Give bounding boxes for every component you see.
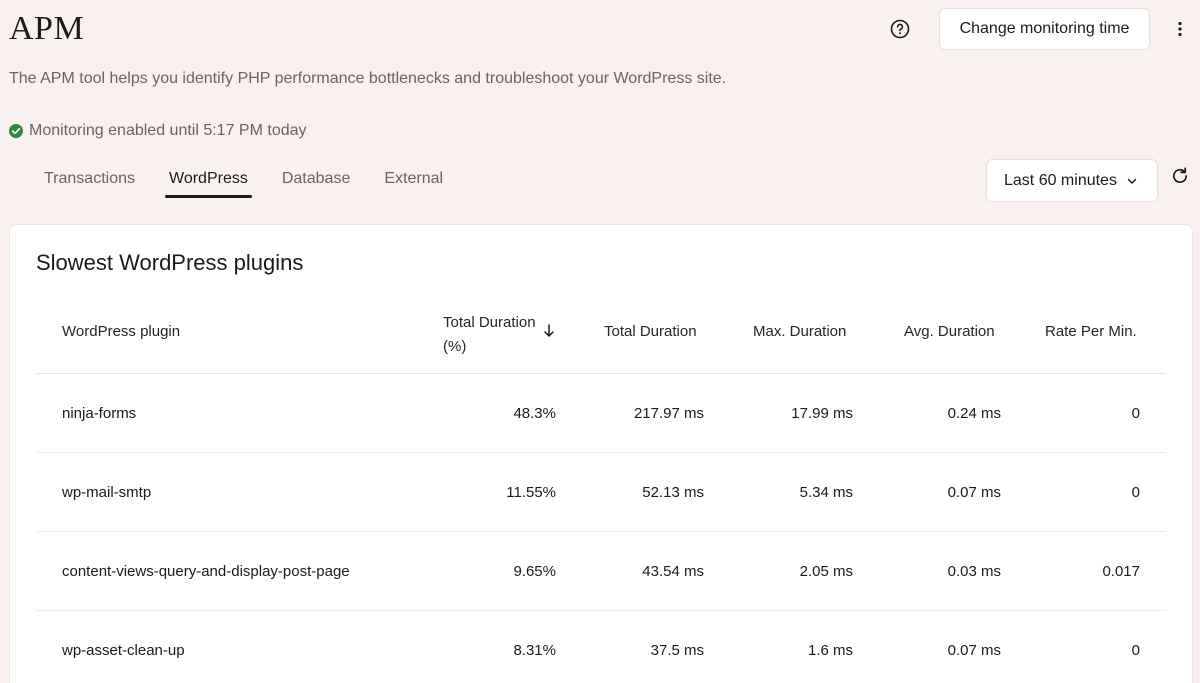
check-circle-icon	[9, 124, 23, 138]
help-circle-icon[interactable]	[889, 18, 911, 40]
apm-page: APM Change monitoring time The APM tool …	[0, 0, 1200, 683]
cell-max-duration: 2.05 ms	[799, 563, 853, 580]
cell-total-pct: 9.65%	[513, 563, 556, 580]
cell-total-duration: 52.13 ms	[642, 484, 704, 501]
cell-max-duration: 17.99 ms	[791, 405, 853, 422]
slowest-plugins-card: Slowest WordPress plugins WordPress plug…	[9, 224, 1193, 683]
cell-avg-duration: 0.03 ms	[947, 563, 1001, 580]
refresh-icon[interactable]	[1169, 165, 1191, 187]
tab-external[interactable]: External	[367, 164, 460, 196]
table-header: WordPress plugin Total Duration (%) Tota…	[36, 295, 1166, 374]
cell-avg-duration: 0.07 ms	[947, 484, 1001, 501]
time-range-value: Last 60 minutes	[1004, 171, 1117, 189]
tab-transactions[interactable]: Transactions	[27, 164, 152, 196]
cell-max-duration: 1.6 ms	[807, 642, 853, 659]
plugins-table: WordPress plugin Total Duration (%) Tota…	[36, 295, 1166, 683]
column-header-total-duration[interactable]: Total Duration	[604, 323, 697, 340]
cell-total-duration: 43.54 ms	[642, 563, 704, 580]
tab-wordpress[interactable]: WordPress	[152, 164, 265, 198]
table-row[interactable]: wp-asset-clean-up 8.31% 37.5 ms 1.6 ms 0…	[36, 611, 1166, 683]
cell-total-pct: 11.55%	[506, 484, 556, 501]
cell-total-pct: 8.31%	[513, 642, 556, 659]
cell-avg-duration: 0.24 ms	[947, 405, 1001, 422]
column-header-rate[interactable]: Rate Per Min.	[1045, 323, 1137, 340]
page-description: The APM tool helps you identify PHP perf…	[9, 70, 727, 87]
tab-bar: Transactions WordPress Database External	[27, 164, 460, 204]
status-text: Monitoring enabled until 5:17 PM today	[29, 122, 307, 139]
tab-database[interactable]: Database	[265, 164, 368, 196]
table-row[interactable]: ninja-forms 48.3% 217.97 ms 17.99 ms 0.2…	[36, 374, 1166, 453]
cell-rate: 0.017	[1102, 563, 1140, 580]
cell-plugin: ninja-forms	[62, 405, 137, 422]
cell-rate: 0	[1131, 405, 1140, 422]
table-row[interactable]: content-views-query-and-display-post-pag…	[36, 532, 1166, 611]
cell-rate: 0	[1131, 484, 1140, 501]
cell-rate: 0	[1131, 642, 1140, 659]
more-vertical-icon[interactable]	[1170, 18, 1190, 40]
cell-avg-duration: 0.07 ms	[947, 642, 1001, 659]
cell-plugin: wp-asset-clean-up	[62, 642, 185, 659]
time-range-select[interactable]: Last 60 minutes	[986, 159, 1158, 202]
table-row[interactable]: wp-mail-smtp 11.55% 52.13 ms 5.34 ms 0.0…	[36, 453, 1166, 532]
cell-max-duration: 5.34 ms	[799, 484, 853, 501]
cell-total-duration: 37.5 ms	[650, 642, 704, 659]
column-header-total-duration-pct[interactable]: Total Duration (%)	[443, 311, 543, 359]
page-title: APM	[9, 10, 85, 47]
cell-plugin: wp-mail-smtp	[62, 484, 152, 501]
change-monitoring-time-button[interactable]: Change monitoring time	[939, 8, 1150, 50]
arrow-down-icon[interactable]	[542, 323, 556, 339]
card-title: Slowest WordPress plugins	[36, 250, 304, 275]
column-header-avg-duration[interactable]: Avg. Duration	[904, 323, 995, 340]
chevron-down-icon	[1127, 172, 1137, 190]
cell-total-duration: 217.97 ms	[633, 405, 704, 422]
column-header-plugin[interactable]: WordPress plugin	[62, 323, 180, 340]
monitoring-status: Monitoring enabled until 5:17 PM today	[9, 121, 307, 141]
cell-plugin: content-views-query-and-display-post-pag…	[62, 563, 350, 580]
cell-total-pct: 48.3%	[513, 405, 556, 422]
column-header-max-duration[interactable]: Max. Duration	[753, 323, 846, 340]
